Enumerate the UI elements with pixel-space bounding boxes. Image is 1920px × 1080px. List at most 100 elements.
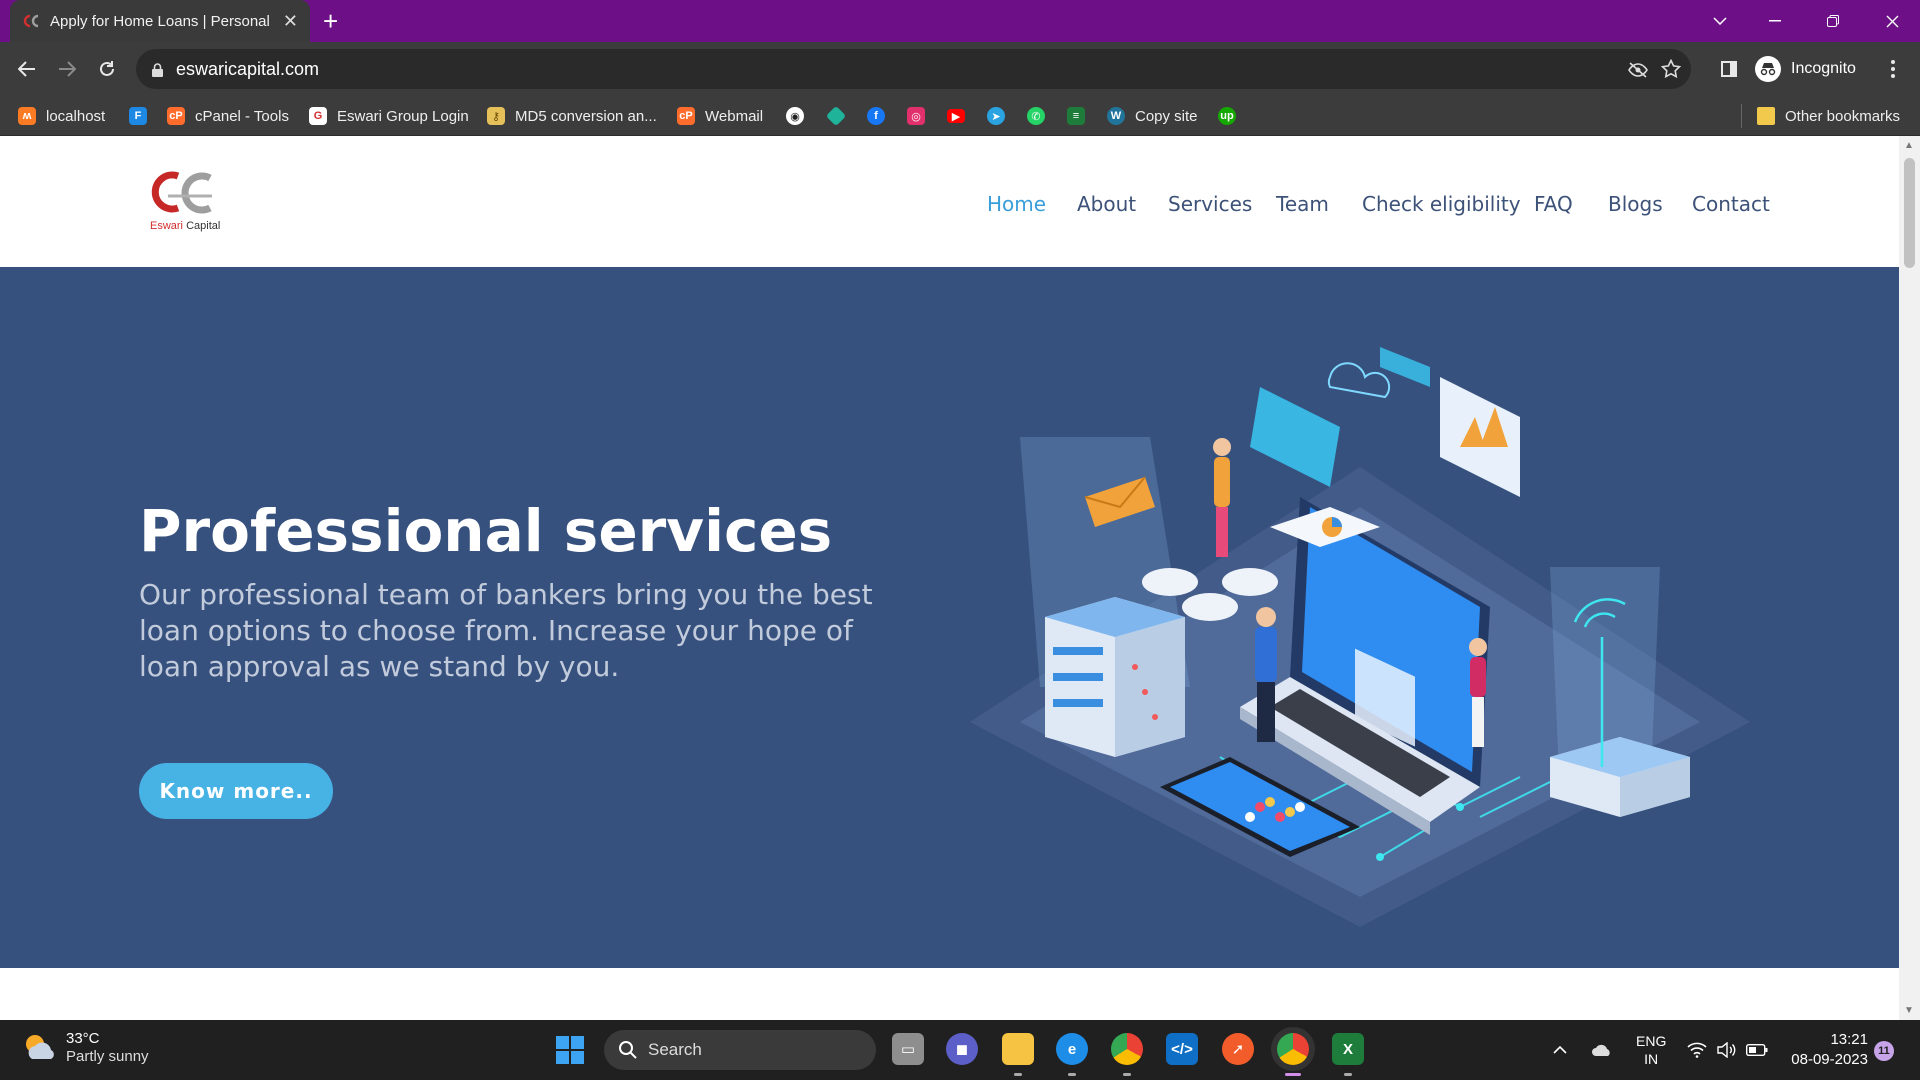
- bookmark-youtube[interactable]: ▶: [947, 96, 965, 136]
- diamond-icon: [825, 105, 847, 127]
- volume-icon[interactable]: [1716, 1020, 1736, 1080]
- task-view-icon[interactable]: ▭: [892, 1033, 924, 1065]
- chrome-icon[interactable]: [1111, 1033, 1143, 1065]
- date: 08-09-2023: [1791, 1051, 1868, 1068]
- bookmark-md5[interactable]: ⚷ MD5 conversion an...: [487, 96, 657, 136]
- tray-overflow-icon[interactable]: [1553, 1020, 1567, 1080]
- nav-about[interactable]: About: [1077, 192, 1136, 216]
- tab-title: Apply for Home Loans | Personal: [50, 12, 270, 30]
- key-icon: ⚷: [487, 107, 505, 125]
- telegram-icon: ➤: [987, 107, 1005, 125]
- vscode-icon[interactable]: </>: [1166, 1033, 1198, 1065]
- postman-icon[interactable]: ➚: [1222, 1033, 1254, 1065]
- bookmark-label: Copy site: [1135, 107, 1198, 125]
- web-page: Eswari Capital Home About Services Team …: [0, 136, 1899, 1020]
- bookmarks-bar: ʍ localhost F cP cPanel - Tools G Eswari…: [0, 96, 1920, 136]
- bookmark-star-icon[interactable]: [1660, 58, 1682, 84]
- bookmark-whatsapp[interactable]: ✆: [1027, 96, 1045, 136]
- bookmark-github[interactable]: ◉: [786, 96, 804, 136]
- incognito-indicator[interactable]: Incognito: [1755, 49, 1856, 89]
- hero-illustration: [970, 347, 1750, 927]
- scroll-down-icon[interactable]: ▼: [1904, 1005, 1914, 1016]
- address-bar[interactable]: eswaricapital.com: [136, 49, 1691, 89]
- scrollbar-thumb[interactable]: [1904, 158, 1915, 268]
- running-indicator: [1123, 1073, 1131, 1076]
- language-indicator[interactable]: ENG IN: [1636, 1020, 1666, 1080]
- cpanel-icon: cP: [167, 107, 185, 125]
- f-icon: F: [129, 107, 147, 125]
- eswari-favicon-icon: [22, 14, 40, 28]
- hero-description: Our professional team of bankers bring y…: [139, 578, 873, 683]
- eye-off-icon[interactable]: [1628, 62, 1648, 83]
- active-indicator: [1285, 1073, 1301, 1076]
- excel-icon[interactable]: X: [1332, 1033, 1364, 1065]
- minimize-icon[interactable]: [1747, 0, 1803, 42]
- scroll-up-icon[interactable]: ▲: [1904, 140, 1914, 151]
- incognito-icon: [1755, 56, 1781, 82]
- running-indicator: [1068, 1073, 1076, 1076]
- youtube-icon: ▶: [947, 109, 965, 123]
- chrome-active-icon[interactable]: [1277, 1033, 1309, 1065]
- other-bookmarks-folder[interactable]: Other bookmarks: [1757, 96, 1900, 136]
- file-explorer-icon[interactable]: [1002, 1033, 1034, 1065]
- weather-widget[interactable]: 33°C Partly sunny: [22, 1030, 149, 1066]
- bookmark-telegram[interactable]: ➤: [987, 96, 1005, 136]
- nav-contact[interactable]: Contact: [1692, 192, 1770, 216]
- system-clock[interactable]: 13:21 08-09-2023: [1788, 1030, 1868, 1070]
- tab-close-icon[interactable]: ✕: [283, 11, 298, 32]
- running-indicator: [1344, 1073, 1352, 1076]
- edge-icon[interactable]: e: [1056, 1033, 1088, 1065]
- bookmark-eswari-group-login[interactable]: G Eswari Group Login: [309, 96, 469, 136]
- w-icon: W: [1107, 107, 1125, 125]
- forward-icon[interactable]: [49, 51, 85, 87]
- bookmark-diamond[interactable]: [825, 96, 847, 136]
- tab-search-icon[interactable]: [1692, 0, 1748, 42]
- reload-icon[interactable]: [89, 51, 125, 87]
- upwork-icon: up: [1218, 107, 1236, 125]
- bookmark-label: MD5 conversion an...: [515, 107, 657, 125]
- nav-blogs[interactable]: Blogs: [1608, 192, 1663, 216]
- browser-tab[interactable]: Apply for Home Loans | Personal ✕: [10, 0, 310, 42]
- bookmark-localhost[interactable]: ʍ localhost: [18, 96, 105, 136]
- close-window-icon[interactable]: [1864, 0, 1920, 42]
- start-button[interactable]: [556, 1036, 584, 1064]
- nav-check-eligibility[interactable]: Check eligibility: [1362, 192, 1521, 216]
- page-scrollbar[interactable]: ▲ ▼: [1899, 136, 1920, 1020]
- teams-chat-icon[interactable]: ◼: [946, 1033, 978, 1065]
- incognito-label: Incognito: [1791, 60, 1856, 77]
- sheet-icon: ≡: [1067, 107, 1085, 125]
- notification-badge[interactable]: 11: [1874, 1041, 1894, 1061]
- bookmark-upwork[interactable]: up: [1218, 96, 1236, 136]
- search-label: Search: [648, 1040, 702, 1059]
- taskbar-search[interactable]: Search: [604, 1030, 876, 1070]
- nav-team[interactable]: Team: [1276, 192, 1329, 216]
- folder-icon: [1757, 107, 1775, 125]
- nav-home[interactable]: Home: [987, 192, 1046, 216]
- bookmark-sheet[interactable]: ≡: [1067, 96, 1085, 136]
- back-icon[interactable]: [9, 51, 45, 87]
- nav-faq[interactable]: FAQ: [1534, 192, 1573, 216]
- side-panel-icon[interactable]: [1711, 51, 1747, 87]
- partly-sunny-icon: [26, 1035, 54, 1059]
- site-header: Eswari Capital Home About Services Team …: [0, 136, 1899, 267]
- onedrive-icon[interactable]: [1591, 1020, 1613, 1080]
- know-more-button[interactable]: Know more..: [139, 763, 333, 819]
- nav-services[interactable]: Services: [1168, 192, 1252, 216]
- wifi-icon[interactable]: [1687, 1020, 1707, 1080]
- bookmark-instagram[interactable]: ◎: [907, 96, 925, 136]
- bookmark-webmail[interactable]: cP Webmail: [677, 96, 763, 136]
- running-indicator: [1014, 1073, 1022, 1076]
- search-icon: [619, 1041, 637, 1059]
- bookmark-cpanel[interactable]: cP cPanel - Tools: [167, 96, 289, 136]
- browser-toolbar: eswaricapital.com Incognito: [0, 42, 1920, 96]
- menu-kebab-icon[interactable]: [1875, 51, 1911, 87]
- bookmark-facebook[interactable]: f: [867, 96, 885, 136]
- temperature: 33°C: [66, 1030, 100, 1047]
- new-tab-button[interactable]: +: [323, 6, 338, 36]
- battery-icon[interactable]: [1746, 1020, 1768, 1080]
- title-bar: Apply for Home Loans | Personal ✕ +: [0, 0, 1920, 42]
- bookmark-copy-site[interactable]: W Copy site: [1107, 96, 1198, 136]
- restore-icon[interactable]: [1805, 0, 1861, 42]
- eswari-icon: G: [309, 107, 327, 125]
- bookmark-f[interactable]: F: [129, 96, 147, 136]
